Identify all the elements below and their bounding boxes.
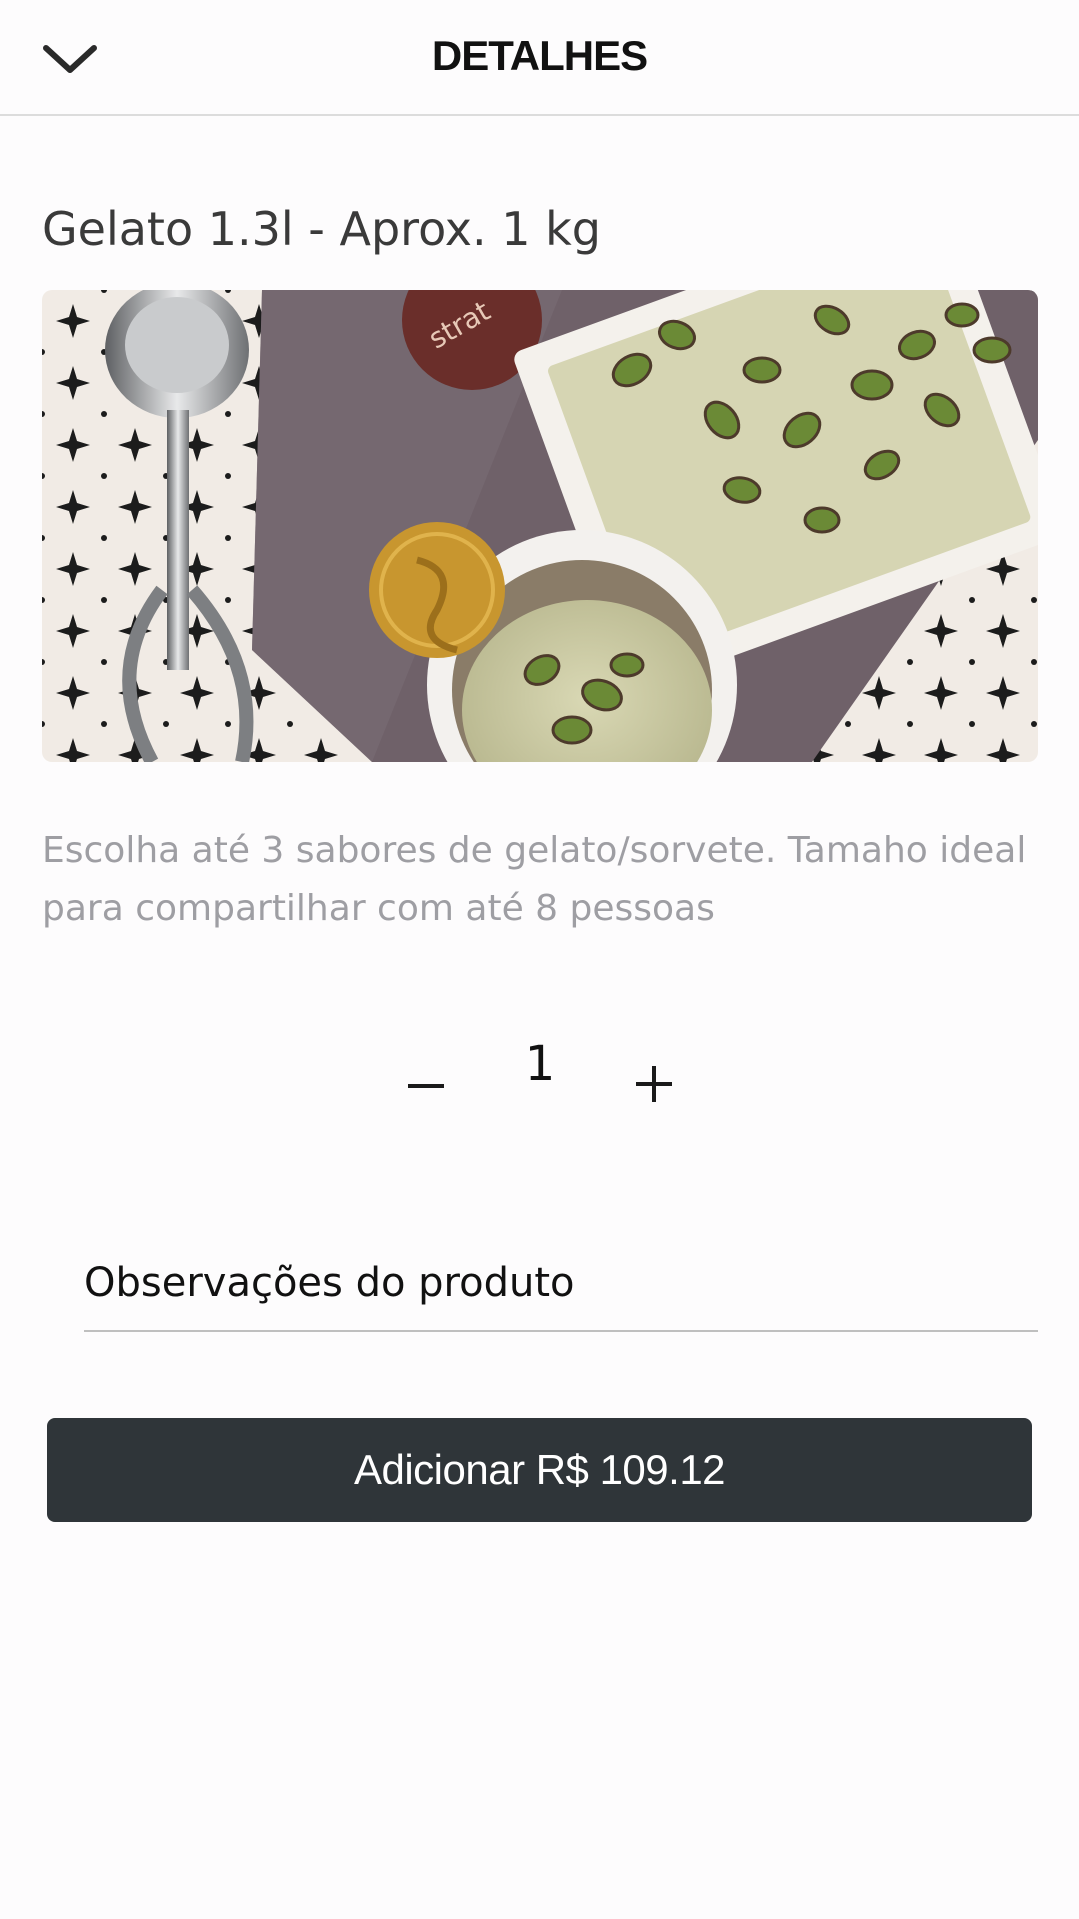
product-title: Gelato 1.3l - Aprox. 1 kg [42, 202, 601, 256]
increment-quantity-button[interactable] [614, 1040, 694, 1120]
top-bar: DETALHES [0, 0, 1079, 116]
product-notes-input[interactable] [84, 1236, 1038, 1332]
add-to-cart-button[interactable]: Adicionar R$ 109.12 [47, 1418, 1032, 1522]
decrement-quantity-button[interactable] [386, 1040, 466, 1120]
pistachio-gelato-photo: strat [42, 290, 1038, 762]
add-button-label: Adicionar R$ 109.12 [353, 1446, 726, 1493]
quantity-value: 1 [524, 1036, 556, 1092]
product-description: Escolha até 3 sabores de gelato/sorvete.… [42, 830, 1027, 929]
plus-icon [636, 1066, 672, 1102]
product-image: strat [42, 290, 1038, 762]
minus-icon [408, 1084, 444, 1088]
page-title: DETALHES [431, 32, 648, 79]
